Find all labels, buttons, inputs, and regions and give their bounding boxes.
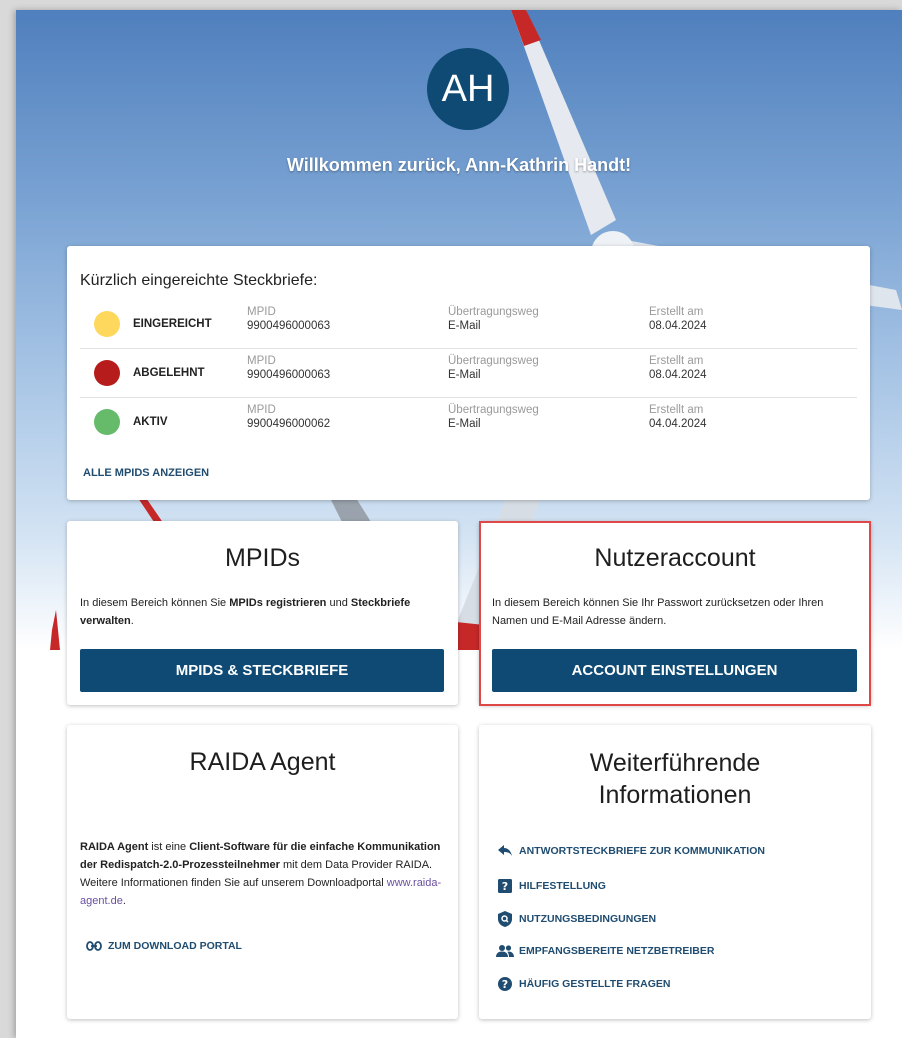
submission-row[interactable]: EINGEREICHT MPID 9900496000063 Übertragun… [80, 300, 857, 349]
channel-column: Übertragungsweg E-Mail [448, 306, 539, 332]
reply-icon [495, 845, 515, 857]
raida-agent-card: RAIDA Agent RAIDA Agent ist eine Client-… [67, 725, 458, 1019]
submission-row[interactable]: ABGELEHNT MPID 9900496000063 Übertragungs… [80, 349, 857, 398]
mpids-card: MPIDs In diesem Bereich können Sie MPIDs… [67, 521, 458, 705]
link-empfangsbereite-netzbetreiber[interactable]: EMPFANGSBEREITE NETZBETREIBER [495, 945, 714, 957]
shield-search-icon [495, 911, 515, 927]
all-mpids-link[interactable]: ALLE MPIDS ANZEIGEN [83, 467, 209, 479]
status-label: AKTIV [133, 416, 168, 428]
status-dot-icon [94, 409, 120, 435]
channel-column: Übertragungsweg E-Mail [448, 355, 539, 381]
created-column: Erstellt am 04.04.2024 [649, 404, 707, 430]
link-hilfestellung[interactable]: ? HILFESTELLUNG [495, 879, 606, 893]
status-label: EINGEREICHT [133, 318, 212, 330]
svg-text:?: ? [502, 880, 508, 893]
raida-agent-description: RAIDA Agent ist eine Client-Software für… [80, 841, 442, 907]
channel-column: Übertragungsweg E-Mail [448, 404, 539, 430]
link-nutzungsbedingungen[interactable]: NUTZUNGSBEDINGUNGEN [495, 911, 656, 927]
svg-text:?: ? [502, 978, 508, 991]
help-box-icon: ? [495, 879, 515, 893]
avatar[interactable]: AH [427, 48, 509, 130]
created-column: Erstellt am 08.04.2024 [649, 306, 707, 332]
question-circle-icon: ? [495, 977, 515, 991]
page: AH Willkommen zurück, Ann-Kathrin Handt!… [16, 10, 902, 1038]
link-antwortsteckbriefe[interactable]: ANTWORTSTECKBRIEFE ZUR KOMMUNIKATION [495, 845, 765, 857]
highlight-frame [479, 521, 871, 706]
further-info-card: Weiterführende Informationen ANTWORTSTEC… [479, 725, 871, 1019]
further-info-title: Weiterführende Informationen [589, 749, 761, 809]
status-dot-icon [94, 360, 120, 386]
mpids-title: MPIDs [225, 544, 300, 572]
mpid-column: MPID 9900496000063 [247, 355, 331, 381]
recent-submissions-card: Kürzlich eingereichte Steckbriefe: EINGE… [67, 246, 870, 500]
status-dot-icon [94, 311, 120, 337]
link-icon [84, 941, 104, 951]
mpid-column: MPID 9900496000062 [247, 404, 331, 430]
recent-submissions-title: Kürzlich eingereichte Steckbriefe: [80, 272, 318, 289]
created-column: Erstellt am 08.04.2024 [649, 355, 707, 381]
submission-row[interactable]: AKTIV MPID 9900496000062 Übertragungsweg E… [80, 398, 857, 446]
link-haeufig-gestellte-fragen[interactable]: ? HÄUFIG GESTELLTE FRAGEN [495, 977, 670, 991]
download-portal-link[interactable]: ZUM DOWNLOAD PORTAL [84, 940, 242, 952]
people-icon [495, 945, 515, 957]
mpid-column: MPID 9900496000063 [247, 306, 331, 332]
welcome-message: Willkommen zurück, Ann-Kathrin Handt! [286, 155, 632, 175]
mpids-description: In diesem Bereich können Sie MPIDs regis… [80, 597, 411, 627]
raida-agent-title: RAIDA Agent [189, 748, 336, 776]
mpids-steckbriefe-button[interactable]: MPIDS & STECKBRIEFE [80, 649, 444, 692]
status-label: ABGELEHNT [133, 367, 205, 379]
